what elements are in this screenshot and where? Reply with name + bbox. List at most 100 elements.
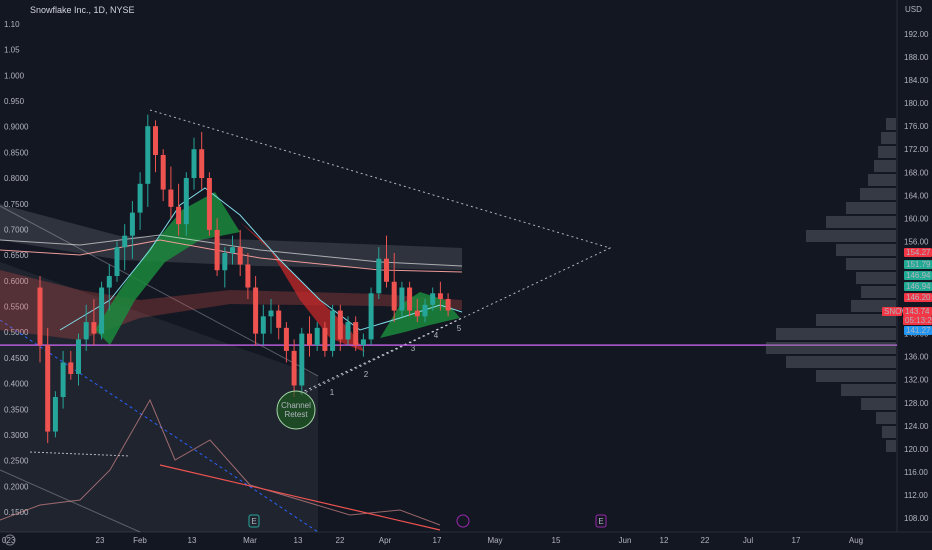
right-axis-tick: 168.00 bbox=[904, 168, 929, 177]
volume-profile-bar bbox=[860, 188, 896, 200]
candle-body[interactable] bbox=[291, 350, 297, 386]
candle-body[interactable] bbox=[245, 264, 251, 288]
candle-body[interactable] bbox=[422, 304, 428, 317]
annotation-text: Retest bbox=[284, 410, 308, 419]
currency-label: USD bbox=[905, 5, 922, 14]
candle-body[interactable] bbox=[176, 206, 182, 225]
earnings-marker-label: E bbox=[251, 517, 256, 526]
candle-body[interactable] bbox=[391, 281, 397, 311]
candle-body[interactable] bbox=[206, 178, 212, 230]
candle-body[interactable] bbox=[260, 316, 266, 334]
left-axis-tick: 0.8500 bbox=[4, 148, 29, 157]
candle-body[interactable] bbox=[37, 287, 43, 346]
candle-body[interactable] bbox=[283, 327, 289, 351]
left-axis-tick: 0.9000 bbox=[4, 123, 29, 132]
candle-body[interactable] bbox=[414, 310, 420, 317]
candle-body[interactable] bbox=[230, 247, 235, 253]
candle-body[interactable] bbox=[191, 149, 197, 179]
candle-body[interactable] bbox=[407, 287, 413, 311]
dividend-marker[interactable] bbox=[456, 514, 470, 528]
time-axis-tick: 13 bbox=[188, 536, 197, 545]
candle-body[interactable] bbox=[129, 212, 135, 236]
candle-body[interactable] bbox=[106, 276, 112, 288]
candle-body[interactable] bbox=[183, 178, 189, 225]
candle-body[interactable] bbox=[253, 287, 259, 334]
wave-label: 5 bbox=[457, 324, 462, 333]
candle-body[interactable] bbox=[76, 339, 81, 374]
earnings-marker-label: E bbox=[598, 517, 603, 526]
candle-body[interactable] bbox=[276, 310, 282, 328]
candle-body[interactable] bbox=[60, 362, 66, 397]
candle-body[interactable] bbox=[153, 126, 158, 155]
volume-profile-bar bbox=[878, 146, 896, 158]
candle-body[interactable] bbox=[314, 327, 320, 346]
right-axis-tick: 128.00 bbox=[904, 399, 929, 408]
candle-body[interactable] bbox=[299, 333, 305, 386]
right-axis-tick: 124.00 bbox=[904, 422, 929, 431]
candle-body[interactable] bbox=[214, 229, 220, 271]
right-axis-tick: 156.00 bbox=[904, 237, 929, 246]
candle-body[interactable] bbox=[68, 362, 74, 374]
top-bar bbox=[0, 0, 932, 20]
wave-label: 4 bbox=[434, 331, 439, 340]
candle-body[interactable] bbox=[137, 183, 143, 213]
right-axis-tick: 188.00 bbox=[904, 53, 929, 62]
price-chart[interactable]: Snowflake Inc., 1D, NYSE USD 192.00 188.00 1… bbox=[0, 0, 932, 550]
time-axis-tick: 22 bbox=[701, 536, 710, 545]
candle-body[interactable] bbox=[168, 189, 174, 207]
volume-profile-bar bbox=[886, 118, 896, 130]
chart-title: Snowflake Inc., 1D, NYSE bbox=[30, 5, 135, 15]
time-axis-tick: Jun bbox=[619, 536, 632, 545]
time-axis-tick: 13 bbox=[294, 536, 303, 545]
right-axis-tick: 180.00 bbox=[904, 99, 929, 108]
volume-profile-bar bbox=[846, 202, 896, 214]
time-axis-tick: Feb bbox=[133, 536, 147, 545]
candle-body[interactable] bbox=[360, 339, 366, 346]
candle-body[interactable] bbox=[237, 247, 243, 265]
right-axis-tick: 116.00 bbox=[904, 468, 928, 477]
candle-body[interactable] bbox=[399, 287, 405, 311]
candle-body[interactable] bbox=[445, 299, 451, 311]
candle-body[interactable] bbox=[368, 293, 374, 340]
candle-body[interactable] bbox=[437, 293, 443, 300]
candle-body[interactable] bbox=[268, 310, 274, 317]
price-tag-label: 146.20 bbox=[906, 293, 931, 302]
candle-body[interactable] bbox=[307, 333, 312, 346]
volume-profile-bar bbox=[841, 384, 896, 396]
candle-body[interactable] bbox=[322, 327, 328, 351]
time-axis-tick: 17 bbox=[792, 536, 801, 545]
volume-profile-bar bbox=[886, 440, 896, 452]
volume-profile-bar bbox=[874, 160, 896, 172]
candle-body[interactable] bbox=[337, 310, 343, 340]
candle-body[interactable] bbox=[376, 258, 382, 294]
volume-profile-bar bbox=[856, 272, 896, 284]
time-axis-tick: 17 bbox=[433, 536, 442, 545]
candle-body[interactable] bbox=[345, 322, 351, 340]
left-axis-tick: 0.950 bbox=[4, 97, 25, 106]
time-axis-tick: Jul bbox=[743, 536, 753, 545]
candle-body[interactable] bbox=[145, 126, 151, 184]
candle-body[interactable] bbox=[91, 322, 97, 334]
candle-body[interactable] bbox=[353, 322, 359, 346]
candle-body[interactable] bbox=[222, 252, 228, 271]
candle-body[interactable] bbox=[199, 149, 205, 179]
candle-body[interactable] bbox=[114, 247, 120, 276]
annotation-text: Channel bbox=[281, 401, 311, 410]
candle-body[interactable] bbox=[99, 287, 105, 334]
candle-body[interactable] bbox=[430, 293, 436, 305]
candle-body[interactable] bbox=[384, 258, 389, 282]
candle-body[interactable] bbox=[160, 155, 166, 190]
time-axis-tick: 22 bbox=[336, 536, 345, 545]
candle-body[interactable] bbox=[52, 397, 58, 432]
right-axis-tick: 192.00 bbox=[904, 30, 929, 39]
time-axis-tick: Apr bbox=[379, 536, 392, 545]
chart-root: Snowflake Inc., 1D, NYSE USD 192.00 188.00 1… bbox=[0, 0, 932, 550]
candle-body[interactable] bbox=[45, 345, 51, 432]
candle-body[interactable] bbox=[83, 322, 89, 340]
candle-body[interactable] bbox=[122, 235, 128, 248]
candle-body[interactable] bbox=[330, 310, 336, 351]
left-axis-tick: 1.05 bbox=[4, 46, 20, 55]
wave-label: 2 bbox=[364, 370, 369, 379]
volume-profile-bar bbox=[806, 230, 896, 242]
right-axis-tick: 172.00 bbox=[904, 145, 929, 154]
